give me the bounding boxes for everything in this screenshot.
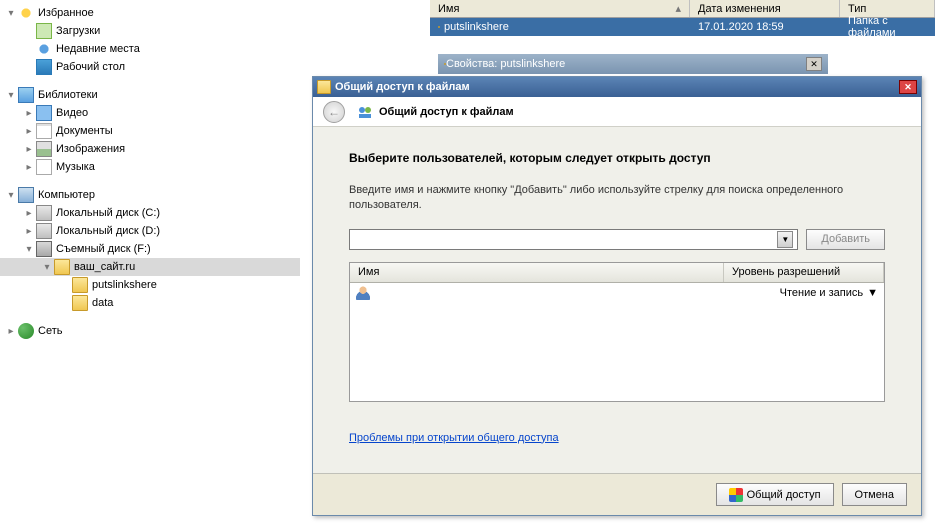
label: Локальный диск (C:) <box>56 207 160 219</box>
dialog-instruction: Введите имя и нажмите кнопку "Добавить" … <box>349 183 885 213</box>
tree-network[interactable]: ▸Сеть <box>0 322 300 340</box>
video-icon <box>36 105 52 121</box>
permissions-table: Имя Уровень разрешений Чтение и запись ▼ <box>349 262 885 402</box>
drive-icon <box>36 205 52 221</box>
trouble-link[interactable]: Проблемы при открытии общего доступа <box>349 432 559 444</box>
label: Недавние места <box>56 43 140 55</box>
label: Рабочий стол <box>56 61 125 73</box>
nav-tree: ▾Избранное Загрузки Недавние места Рабоч… <box>0 0 300 526</box>
computer-icon <box>18 187 34 203</box>
tree-drive-f[interactable]: ▾Съемный диск (F:) <box>0 240 300 258</box>
perm-header: Имя Уровень разрешений <box>350 263 884 283</box>
label: putslinkshere <box>92 279 157 291</box>
downloads-icon <box>36 23 52 39</box>
user-combo[interactable]: ▼ <box>349 229 798 250</box>
dialog-subheading: Выберите пользователей, которым следует … <box>349 151 885 165</box>
images-icon <box>36 141 52 157</box>
chevron-down-icon: ▼ <box>867 287 878 299</box>
col-name[interactable]: Имя▴ <box>430 0 690 17</box>
tree-putslinkshere[interactable]: putslinkshere <box>0 276 300 294</box>
tree-computer[interactable]: ▾Компьютер <box>0 186 300 204</box>
tree-favorites[interactable]: ▾Избранное <box>0 4 300 22</box>
user-input[interactable] <box>354 233 777 245</box>
close-icon[interactable]: ✕ <box>806 57 822 71</box>
tree-video[interactable]: ▸Видео <box>0 104 300 122</box>
chevron-down-icon[interactable]: ▼ <box>777 231 793 248</box>
back-button[interactable]: ← <box>323 101 345 123</box>
dialog-footer: Общий доступ Отмена <box>313 473 921 515</box>
tree-drive-c[interactable]: ▸Локальный диск (C:) <box>0 204 300 222</box>
label: Съемный диск (F:) <box>56 243 151 255</box>
label: Документы <box>56 125 113 137</box>
file-row[interactable]: putslinkshere 17.01.2020 18:59 Папка с ф… <box>430 18 935 36</box>
label: Библиотеки <box>38 89 98 101</box>
label: Локальный диск (D:) <box>56 225 160 237</box>
cancel-button[interactable]: Отмена <box>842 483 907 506</box>
col-date[interactable]: Дата изменения <box>690 0 840 17</box>
properties-title: Свойства: putslinkshere <box>446 58 565 70</box>
sharing-dialog: Общий доступ к файлам ✕ ← Общий доступ к… <box>312 76 922 516</box>
label: Музыка <box>56 161 95 173</box>
label: data <box>92 297 113 309</box>
folder-icon <box>72 295 88 311</box>
tree-drive-d[interactable]: ▸Локальный диск (D:) <box>0 222 300 240</box>
label: Избранное <box>38 7 94 19</box>
label: Компьютер <box>38 189 95 201</box>
perm-level[interactable]: Чтение и запись ▼ <box>780 287 878 299</box>
folder-icon <box>72 277 88 293</box>
label: Сеть <box>38 325 62 337</box>
add-user-row: ▼ Добавить <box>349 229 885 250</box>
properties-titlebar[interactable]: Свойства: putslinkshere ✕ <box>438 54 828 74</box>
desktop-icon <box>36 59 52 75</box>
shield-icon <box>729 488 743 502</box>
tree-images[interactable]: ▸Изображения <box>0 140 300 158</box>
user-icon <box>356 286 370 300</box>
tree-desktop[interactable]: Рабочий стол <box>0 58 300 76</box>
perm-col-name[interactable]: Имя <box>350 263 724 282</box>
documents-icon <box>36 123 52 139</box>
add-button[interactable]: Добавить <box>806 229 885 250</box>
dialog-navrow: ← Общий доступ к файлам <box>313 97 921 127</box>
dialog-content: Выберите пользователей, которым следует … <box>313 127 921 454</box>
tree-downloads[interactable]: Загрузки <box>0 22 300 40</box>
removable-drive-icon <box>36 241 52 257</box>
folder-icon <box>54 259 70 275</box>
perm-col-level[interactable]: Уровень разрешений <box>724 263 884 282</box>
dialog-heading: Общий доступ к файлам <box>379 106 514 118</box>
tree-data[interactable]: data <box>0 294 300 312</box>
folder-share-icon <box>317 80 331 94</box>
tree-recent[interactable]: Недавние места <box>0 40 300 58</box>
tree-site-folder[interactable]: ▾ваш_сайт.ru <box>0 258 300 276</box>
perm-row[interactable]: Чтение и запись ▼ <box>350 283 884 303</box>
music-icon <box>36 159 52 175</box>
tree-libraries[interactable]: ▾Библиотеки <box>0 86 300 104</box>
dialog-heading-row: Общий доступ к файлам <box>357 104 514 120</box>
tree-music[interactable]: ▸Музыка <box>0 158 300 176</box>
close-icon[interactable]: ✕ <box>899 80 917 94</box>
label: Видео <box>56 107 88 119</box>
dialog-titlebar[interactable]: Общий доступ к файлам ✕ <box>313 77 921 97</box>
drive-icon <box>36 223 52 239</box>
label: Загрузки <box>56 25 100 37</box>
label: Изображения <box>56 143 125 155</box>
recent-icon <box>36 41 52 57</box>
star-icon <box>18 5 34 21</box>
label: ваш_сайт.ru <box>74 261 135 273</box>
share-button[interactable]: Общий доступ <box>716 483 834 506</box>
libraries-icon <box>18 87 34 103</box>
share-icon <box>357 104 373 120</box>
tree-documents[interactable]: ▸Документы <box>0 122 300 140</box>
dialog-title: Общий доступ к файлам <box>335 81 899 93</box>
folder-icon <box>438 26 440 28</box>
network-icon <box>18 323 34 339</box>
